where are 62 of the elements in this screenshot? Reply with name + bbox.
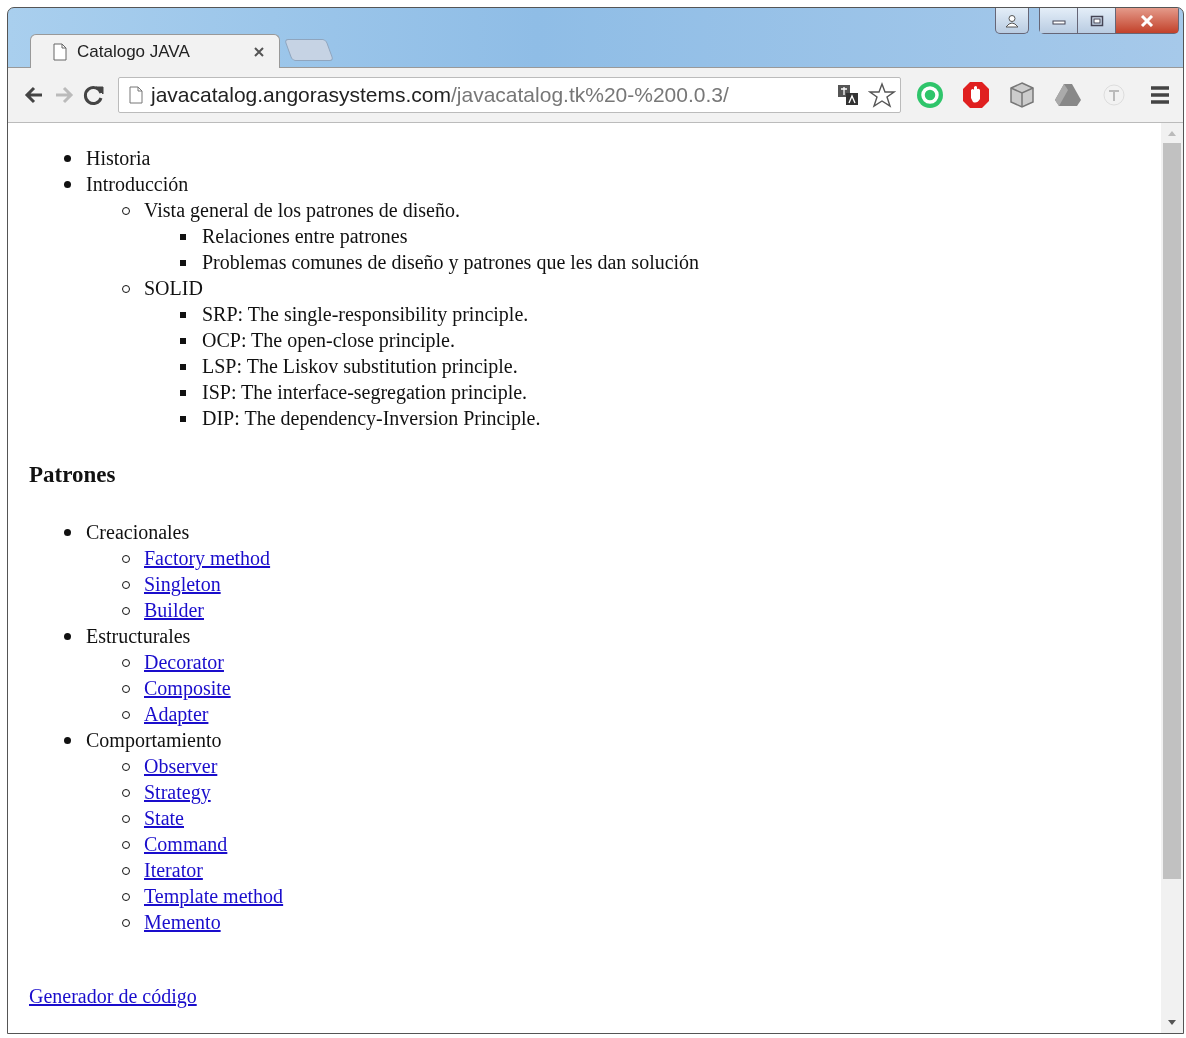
maximize-icon xyxy=(1089,14,1104,27)
bullet-icon xyxy=(180,312,186,318)
list-item: Estructurales xyxy=(86,624,191,649)
bullet-icon xyxy=(64,737,71,744)
maximize-button[interactable] xyxy=(1077,8,1115,34)
section-heading: Patrones xyxy=(29,461,117,489)
close-icon xyxy=(1139,14,1155,27)
pattern-link[interactable]: Builder xyxy=(144,597,204,623)
pattern-link[interactable]: State xyxy=(144,805,184,831)
profile-button[interactable] xyxy=(995,8,1029,34)
close-icon[interactable] xyxy=(253,45,265,58)
pattern-link[interactable]: Command xyxy=(144,831,228,857)
pattern-link[interactable]: Strategy xyxy=(144,779,211,805)
code-generator-link[interactable]: Generador de código xyxy=(29,985,197,1008)
list-item: Creacionales xyxy=(86,520,190,545)
person-icon xyxy=(1005,13,1019,28)
bullet-icon xyxy=(180,416,186,422)
bullet-icon xyxy=(180,390,186,396)
bullet-icon xyxy=(180,364,186,370)
hand-icon[interactable] xyxy=(961,80,991,110)
list-item: Relaciones entre patrones xyxy=(202,224,408,249)
bullet-icon xyxy=(180,260,186,266)
bullet-icon xyxy=(180,234,186,240)
list-item: ISP: The interface-segregation principle. xyxy=(202,380,528,405)
list-item: SRP: The single-responsibility principle. xyxy=(202,302,529,327)
list-item: Vista general de los patrones de diseño. xyxy=(144,198,460,223)
list-item: SOLID xyxy=(144,276,203,301)
list-item: LSP: The Liskov substitution principle. xyxy=(202,354,518,379)
translate-icon[interactable] xyxy=(836,83,860,107)
scroll-down-icon[interactable] xyxy=(1167,1019,1177,1027)
pattern-link[interactable]: Memento xyxy=(144,909,221,935)
scrollbar-thumb[interactable] xyxy=(1163,143,1181,879)
pattern-link[interactable]: Composite xyxy=(144,675,231,701)
cube-icon[interactable] xyxy=(1007,80,1037,110)
bullet-icon xyxy=(180,338,186,344)
list-item: Introducción xyxy=(86,172,189,197)
pattern-link[interactable]: Singleton xyxy=(144,571,221,597)
page-icon xyxy=(53,42,67,61)
pattern-link[interactable]: Observer xyxy=(144,753,218,779)
pattern-link[interactable]: Factory method xyxy=(144,545,271,571)
pattern-link[interactable]: Decorator xyxy=(144,649,224,675)
pattern-link[interactable]: Adapter xyxy=(144,701,209,727)
bullet-icon xyxy=(64,529,71,536)
list-item: Comportamiento xyxy=(86,728,222,753)
url-text: javacatalog.angorasystems.com/javacatalog.tk%20-%200.0.3/ xyxy=(151,83,729,107)
close-button[interactable] xyxy=(1115,8,1179,34)
pattern-link[interactable]: Template method xyxy=(144,883,284,909)
tab-title: Catalogo JAVA xyxy=(77,41,190,62)
scrollbar[interactable] xyxy=(1161,123,1183,1033)
pattern-link[interactable]: Iterator xyxy=(144,857,203,883)
minimize-button[interactable] xyxy=(1039,8,1077,34)
star-icon[interactable] xyxy=(868,82,896,108)
browser-tab[interactable]: Catalogo JAVA xyxy=(30,34,280,68)
page-icon xyxy=(129,86,143,104)
list-item: OCP: The open-close principle. xyxy=(202,328,455,353)
bullet-icon xyxy=(64,633,71,640)
list-item: DIP: The dependency-Inversion Principle. xyxy=(202,406,541,431)
bullet-icon xyxy=(64,155,71,162)
list-item: Historia xyxy=(86,146,151,171)
list-item: Problemas comunes de diseño y patrones que les dan solución xyxy=(202,250,700,275)
address-bar[interactable]: javacatalog.angorasystems.com/javacatalog.tk%20-%200.0.3/ xyxy=(118,77,901,113)
bullet-icon xyxy=(64,181,71,188)
